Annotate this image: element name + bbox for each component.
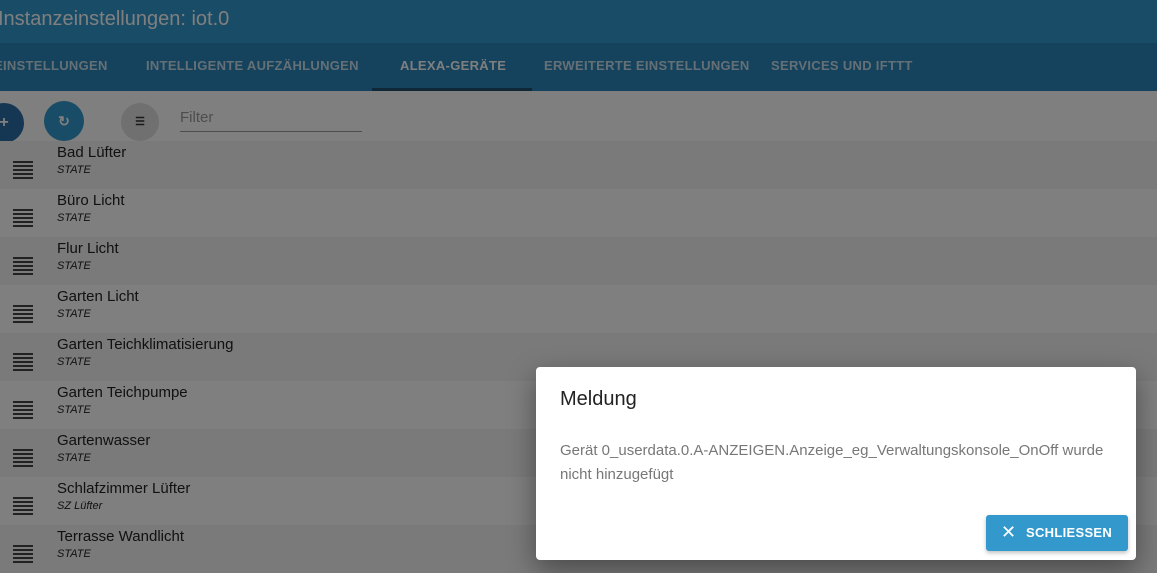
dialog-message: Gerät 0_userdata.0.A-ANZEIGEN.Anzeige_eg… [560, 442, 1104, 483]
close-icon: ✕ [1001, 522, 1017, 542]
close-button[interactable]: ✕ SCHLIESSEN [986, 515, 1128, 551]
message-dialog: Meldung Gerät 0_userdata.0.A-ANZEIGEN.An… [536, 367, 1136, 560]
dialog-title: Meldung [560, 388, 637, 410]
close-button-label: SCHLIESSEN [1026, 525, 1113, 540]
